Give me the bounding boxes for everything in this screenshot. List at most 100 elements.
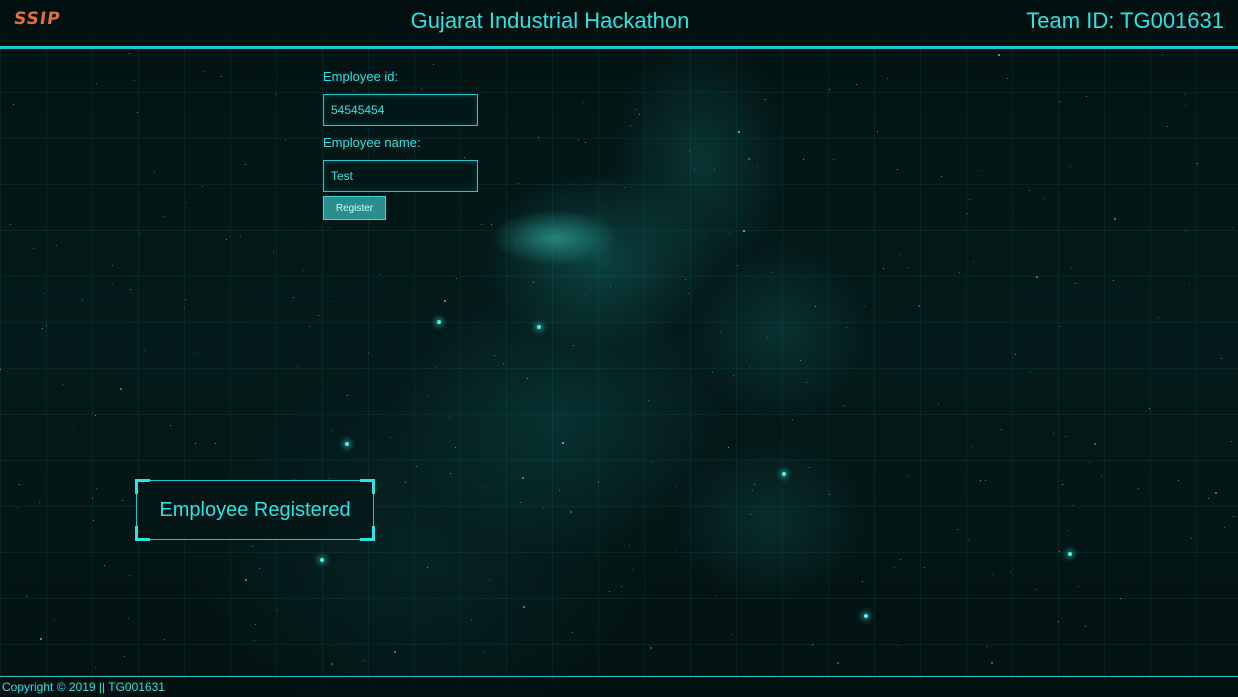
star-dot	[39, 502, 40, 503]
star-dot	[862, 581, 863, 582]
star-dot	[154, 171, 155, 172]
star-dot	[449, 417, 450, 418]
star-dot	[185, 299, 186, 300]
star-dot	[42, 328, 43, 329]
star-dot	[765, 99, 766, 100]
star-dot	[1184, 94, 1185, 95]
star-dot	[259, 568, 260, 569]
star-dot	[1070, 166, 1071, 167]
star-dot	[1208, 498, 1209, 499]
star-dot	[737, 265, 738, 266]
star-dot	[203, 71, 204, 72]
star-dot	[767, 337, 768, 338]
star-dot	[1215, 492, 1217, 494]
star-dot	[846, 327, 847, 328]
star-dot	[96, 83, 97, 84]
star-dot	[991, 662, 993, 664]
star-dot	[650, 647, 652, 649]
star-dot	[436, 367, 437, 368]
star-dot	[297, 366, 298, 367]
star-dot	[1120, 598, 1121, 599]
star-dot	[957, 529, 958, 530]
star-dot	[883, 268, 884, 269]
star-dot	[1071, 267, 1072, 268]
star-dot	[652, 462, 653, 463]
star-dot	[186, 202, 187, 203]
star-dot	[427, 396, 428, 397]
star-dot	[456, 278, 457, 279]
star-dot	[806, 382, 807, 383]
star-dot	[959, 272, 960, 273]
star-dot	[518, 183, 519, 184]
star-dot	[293, 297, 294, 298]
star-dot	[609, 591, 610, 592]
star-dot	[503, 363, 504, 364]
star-dot	[907, 267, 908, 268]
star-dot	[1189, 284, 1190, 285]
star-dot	[522, 477, 524, 479]
star-dot	[712, 372, 713, 373]
star-dot	[980, 480, 981, 481]
star-dot	[1035, 589, 1036, 590]
star-dot	[1162, 54, 1163, 55]
star-dot	[364, 660, 365, 661]
star-dot	[481, 224, 482, 225]
star-dot	[782, 472, 786, 476]
star-dot	[537, 325, 541, 329]
star-dot	[562, 442, 564, 444]
star-dot	[226, 239, 227, 240]
star-dot	[46, 325, 47, 326]
star-dot	[1043, 198, 1044, 199]
star-dot	[10, 243, 11, 244]
star-dot	[809, 467, 810, 468]
star-dot	[516, 242, 517, 243]
star-dot	[992, 574, 993, 575]
star-dot	[139, 233, 140, 234]
star-dot	[347, 395, 348, 396]
star-dot	[92, 498, 93, 499]
star-dot	[471, 620, 472, 621]
employee-name-input[interactable]	[323, 160, 478, 192]
star-dot	[130, 289, 131, 290]
star-dot	[639, 114, 640, 115]
star-dot	[738, 131, 740, 133]
status-message-text: Employee Registered	[159, 498, 351, 521]
star-dot	[897, 645, 898, 646]
star-dot	[137, 112, 138, 113]
star-dot	[720, 332, 721, 333]
star-dot	[120, 388, 122, 390]
star-dot	[275, 94, 276, 95]
star-dot	[754, 484, 755, 485]
star-dot	[629, 545, 630, 546]
star-dot	[144, 350, 145, 351]
copyright-text: Copyright © 2019 || TG001631	[2, 680, 165, 694]
star-dot	[985, 480, 986, 481]
star-dot	[245, 164, 246, 165]
star-dot	[1191, 538, 1192, 539]
star-dot	[1001, 429, 1002, 430]
frame-corner	[135, 479, 150, 494]
star-dot	[1067, 530, 1068, 531]
star-dot	[1158, 317, 1159, 318]
star-dot	[585, 142, 586, 143]
star-dot	[405, 482, 406, 483]
star-dot	[967, 213, 968, 214]
top-bar: SSIP Gujarat Industrial Hackathon Team I…	[0, 0, 1238, 49]
star-dot	[129, 53, 130, 54]
star-dot	[17, 508, 18, 509]
star-dot	[918, 305, 920, 307]
star-dot	[750, 514, 751, 515]
star-dot	[1086, 96, 1087, 97]
star-dot	[320, 558, 324, 562]
star-dot	[1053, 433, 1054, 434]
register-button[interactable]: Register	[323, 196, 386, 220]
star-dot	[771, 272, 772, 273]
star-dot	[689, 151, 690, 152]
star-dot	[95, 667, 96, 668]
employee-id-input[interactable]	[323, 94, 478, 126]
register-employee-form: Employee id: Employee name: Register	[323, 68, 483, 220]
star-dot	[93, 520, 94, 521]
star-dot	[1078, 586, 1079, 587]
frame-corner	[360, 526, 375, 541]
star-dot	[489, 580, 490, 581]
